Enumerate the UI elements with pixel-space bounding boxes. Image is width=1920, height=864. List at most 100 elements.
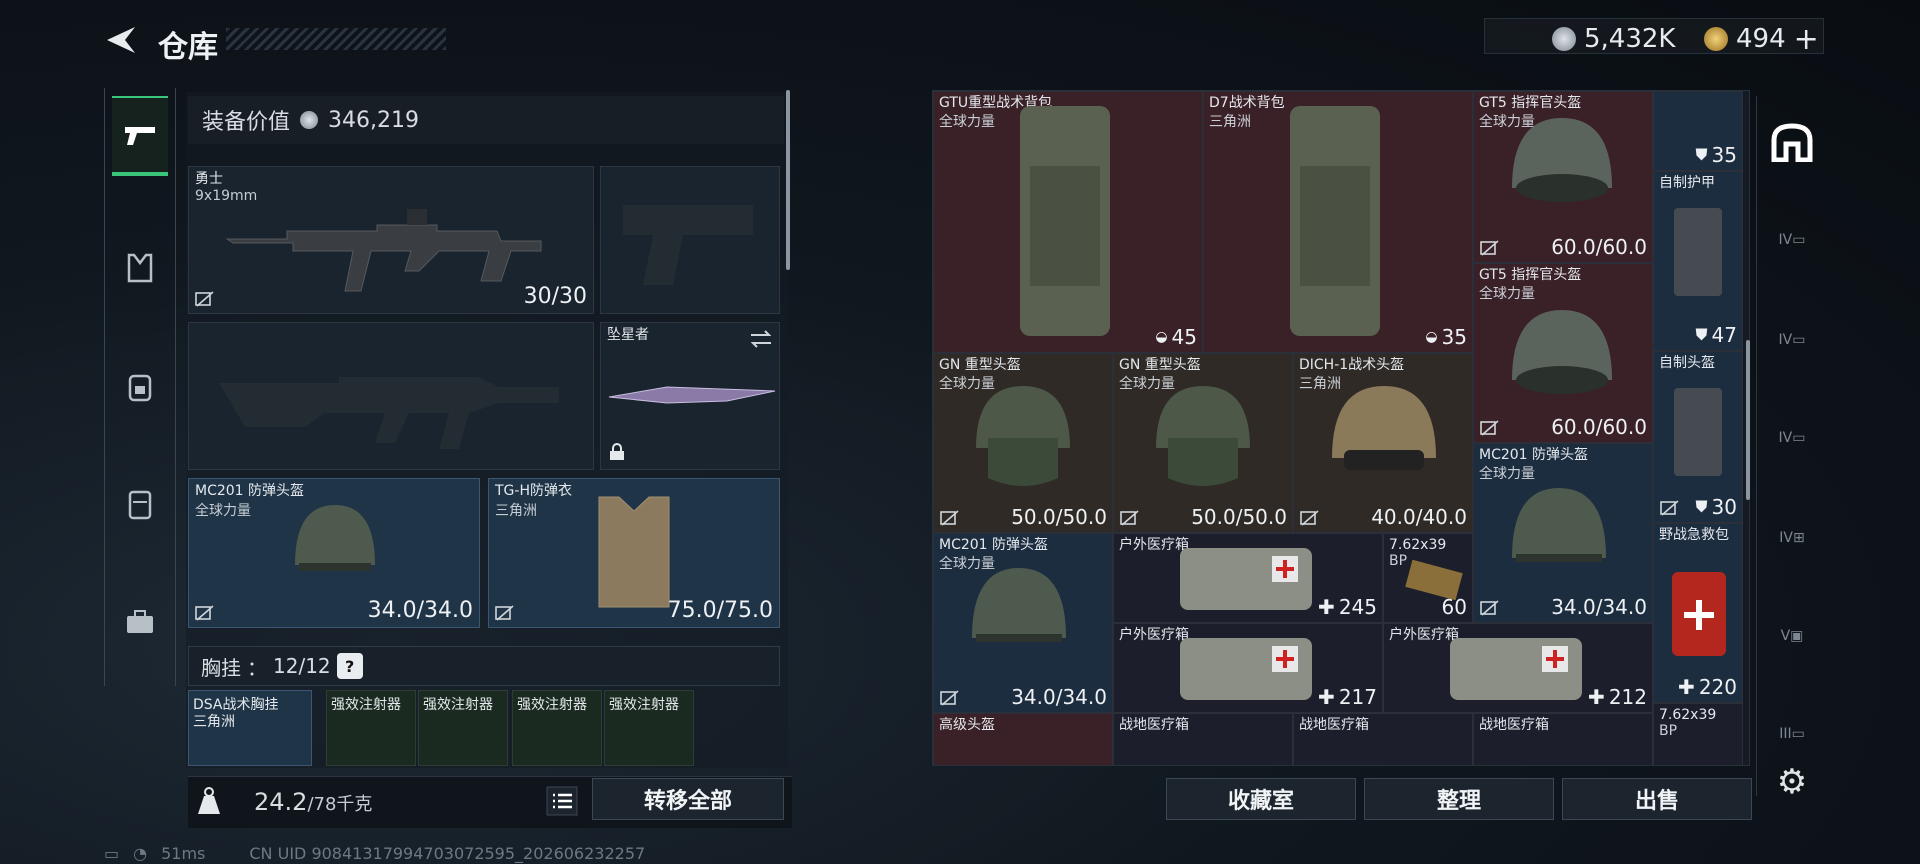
wifi-icon: ◔ [133,844,148,863]
storage-tab-4[interactable]: IV ⊞ [1764,510,1820,566]
equipment-value-label: 装备价值 [202,110,291,135]
storage-tab-2[interactable]: IV ▭ [1764,312,1820,368]
storage-item[interactable]: 野战急救包 ✚ 220 [1653,523,1743,703]
loadout-scrollbar[interactable] [786,90,790,270]
chest-rig-label: 胸挂 [201,655,241,680]
gold-coin-icon [1704,27,1728,51]
weight-icon: ◒ [1425,329,1438,345]
storage-item[interactable]: 7.62x39 BP [1653,703,1743,765]
storage-item[interactable]: 户外医疗箱 ✚ 245 [1113,533,1383,623]
nav-weapon[interactable] [112,96,168,176]
chest-rig-header: 胸挂： 12/12 ? [188,646,780,686]
storage-item[interactable]: 战地医疗箱 [1113,713,1293,765]
storage-item[interactable]: GTU重型战术背包 全球力量 ◒ 45 [933,91,1203,353]
storage-item[interactable]: 自制护甲 ⛊ 47 [1653,171,1743,351]
insured-icon [1300,510,1319,526]
storage-item[interactable]: GN 重型头盔 全球力量 50.0/50.0 [933,353,1113,533]
backpack-icon [128,374,152,402]
folder-icon: ▭ [1792,332,1806,348]
uid: CN UID 9084131799470307259​5_20260623225… [249,844,646,863]
storage-item[interactable]: MC201 防弹头盔 全球力量 34.0/34.0 [1473,443,1653,623]
help-button[interactable]: ? [336,653,363,679]
ammo-box-image [1405,560,1463,600]
rifle-silhouette [219,377,559,449]
armor-slot[interactable]: TG-H防弹衣 三角洲 75.0/75.0 [488,478,780,628]
add-currency-button[interactable]: + [1794,22,1819,57]
back-arrow-icon [107,27,135,53]
equipment-value: 装备价值 346,219 [188,96,784,144]
insured-icon [1120,510,1139,526]
rig-item[interactable]: DSA战术胸挂 三角洲 [188,690,312,766]
storage-scrollbar[interactable] [1746,340,1750,500]
sort-button[interactable]: 整理 [1364,778,1554,820]
shield-icon: ⛊ [1695,325,1708,344]
gold-currency[interactable]: 494 + [1704,22,1819,57]
storage-item[interactable]: MC201 防弹头盔 全球力量 34.0/34.0 [933,533,1113,713]
sell-button[interactable]: 出售 [1562,778,1752,820]
helmet-image [1156,386,1250,486]
insured-icon [195,291,214,307]
settings-button[interactable]: ⚙ [1764,754,1820,810]
gold-amount: 494 [1736,24,1786,54]
melee-slot[interactable]: 坠星者 [600,322,780,470]
primary-weapon-slot[interactable]: 勇士 9x19mm 30/30 [188,166,594,314]
shield-icon: ⛊ [1695,145,1708,164]
storage-item[interactable]: 战地医疗箱 [1473,713,1653,765]
storage-tab-1[interactable]: IV ▭ [1764,212,1820,268]
storage-item[interactable]: ⛊ 35 [1653,91,1743,171]
insured-icon [1480,420,1499,436]
nav-chest-rig[interactable] [112,228,168,308]
storage-item[interactable]: GT5 指挥官头盔 全球力量 60.0/60.0 [1473,263,1653,443]
storage-item[interactable]: 高级头盔 [933,713,1113,765]
storage-item[interactable]: 7.62x39 BP 60 [1383,533,1473,623]
battery-icon: ▭ [104,844,120,863]
melee-name: 坠星者 [607,327,649,343]
storage-tab-3[interactable]: IV ▭ [1764,410,1820,466]
back-button[interactable] [100,20,140,60]
nav-backpack[interactable] [112,346,168,426]
injector-slot-1[interactable]: 强效注射器 [326,690,416,766]
armor-image [1674,208,1722,296]
medkit-image [1450,638,1582,700]
medkit-image [1180,638,1312,700]
swap-icon[interactable] [747,329,775,349]
primary-ammo-count: 30/30 [523,284,587,309]
sidearm-slot[interactable] [600,166,780,314]
chest-rig-capacity: 12/12 [273,654,331,678]
weight-max: /78千克 [307,794,373,815]
gear-icon: ⚙ [1776,762,1808,802]
storage-item[interactable]: 自制头盔 ⛊ 30 [1653,351,1743,523]
collection-room-button[interactable]: 收藏室 [1166,778,1356,820]
storage-item[interactable]: GT5 指挥官头盔 全球力量 60.0/60.0 [1473,91,1653,263]
pistol-icon [125,127,155,145]
nav-case[interactable] [112,582,168,662]
helmet-image [1674,388,1722,476]
insured-icon [940,510,959,526]
helmet-image [1512,118,1612,202]
rig-item-brand: 三角洲 [193,714,235,730]
injector-slot-3[interactable]: 强效注射器 [512,690,602,766]
storage-item[interactable]: 战地医疗箱 [1293,713,1473,765]
storage-item[interactable]: D7战术背包 三角洲 ◒ 35 [1203,91,1473,353]
storage-item[interactable]: 户外医疗箱 ✚ 212 [1383,623,1653,713]
insured-icon [1660,500,1679,516]
list-icon[interactable] [546,786,578,816]
storage-item[interactable]: 户外医疗箱 ✚ 217 [1113,623,1383,713]
weight-icon [198,787,220,814]
injector-slot-4[interactable]: 强效注射器 [604,690,694,766]
injector-slot-2[interactable]: 强效注射器 [418,690,508,766]
helmet-image [1512,310,1612,394]
case-icon: ▭ [1791,726,1805,742]
nav-armor[interactable] [112,464,168,544]
transfer-all-button[interactable]: 转移全部 [592,778,784,820]
knife-image [608,386,776,404]
home-storage-tab[interactable] [1764,114,1820,170]
helmet-slot[interactable]: MC201 防弹头盔 全球力量 34.0/34.0 [188,478,480,628]
pistol-silhouette [623,205,753,285]
storage-item[interactable]: DICH-1战术头盔 三角洲 40.0/40.0 [1293,353,1473,533]
storage-item[interactable]: GN 重型头盔 全球力量 50.0/50.0 [1113,353,1293,533]
insured-icon [940,690,959,706]
storage-tab-5[interactable]: V ▣ [1764,608,1820,664]
briefcase-icon [127,610,153,633]
secondary-weapon-slot[interactable] [188,322,594,470]
